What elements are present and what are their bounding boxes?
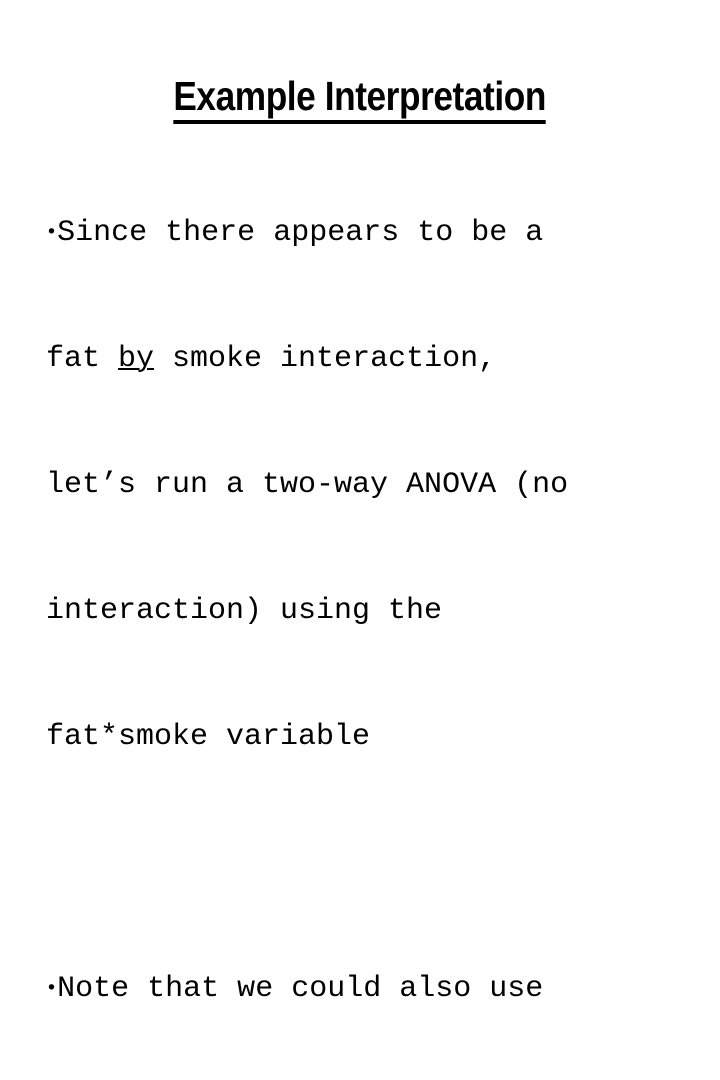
bullet-line-text: fat bbox=[46, 342, 119, 376]
page-title-text: Example Interpretation bbox=[173, 73, 547, 125]
bullet-line: •Since there appears to be a bbox=[46, 212, 714, 254]
bullet-line-text: fat*smoke variable bbox=[46, 720, 371, 754]
bullet-line: interaction) using the bbox=[46, 590, 714, 632]
bullet-line-text: smoke interaction, bbox=[154, 342, 497, 376]
slide-canvas: Example Interpretation •Since there appe… bbox=[0, 0, 720, 1006]
bullet-line: let’s run a two-way ANOVA (no bbox=[46, 464, 714, 506]
bullet-item-2: •Note that we could also use the interac… bbox=[46, 884, 714, 1080]
bullet-dot-icon: • bbox=[46, 221, 57, 243]
bullet-line: •Note that we could also use bbox=[46, 968, 714, 1010]
bullet-item-1: •Since there appears to be a fat by smok… bbox=[46, 128, 714, 842]
underlined-term-by: by bbox=[118, 342, 155, 376]
bullet-dot-icon: • bbox=[46, 977, 57, 999]
bullet-line-text: Since there appears to be a bbox=[57, 216, 544, 250]
bullet-line: fat*smoke variable bbox=[46, 716, 714, 758]
bullet-line-text: Note that we could also use bbox=[57, 972, 544, 1006]
bullet-line: fat by smoke interaction, bbox=[46, 338, 714, 380]
page-title: Example Interpretation bbox=[0, 73, 720, 125]
bullet-line-text: interaction) using the bbox=[46, 594, 443, 628]
bullet-line-text: let’s run a two-way ANOVA (no bbox=[46, 468, 569, 502]
slide-body: •Since there appears to be a fat by smok… bbox=[46, 128, 714, 1080]
